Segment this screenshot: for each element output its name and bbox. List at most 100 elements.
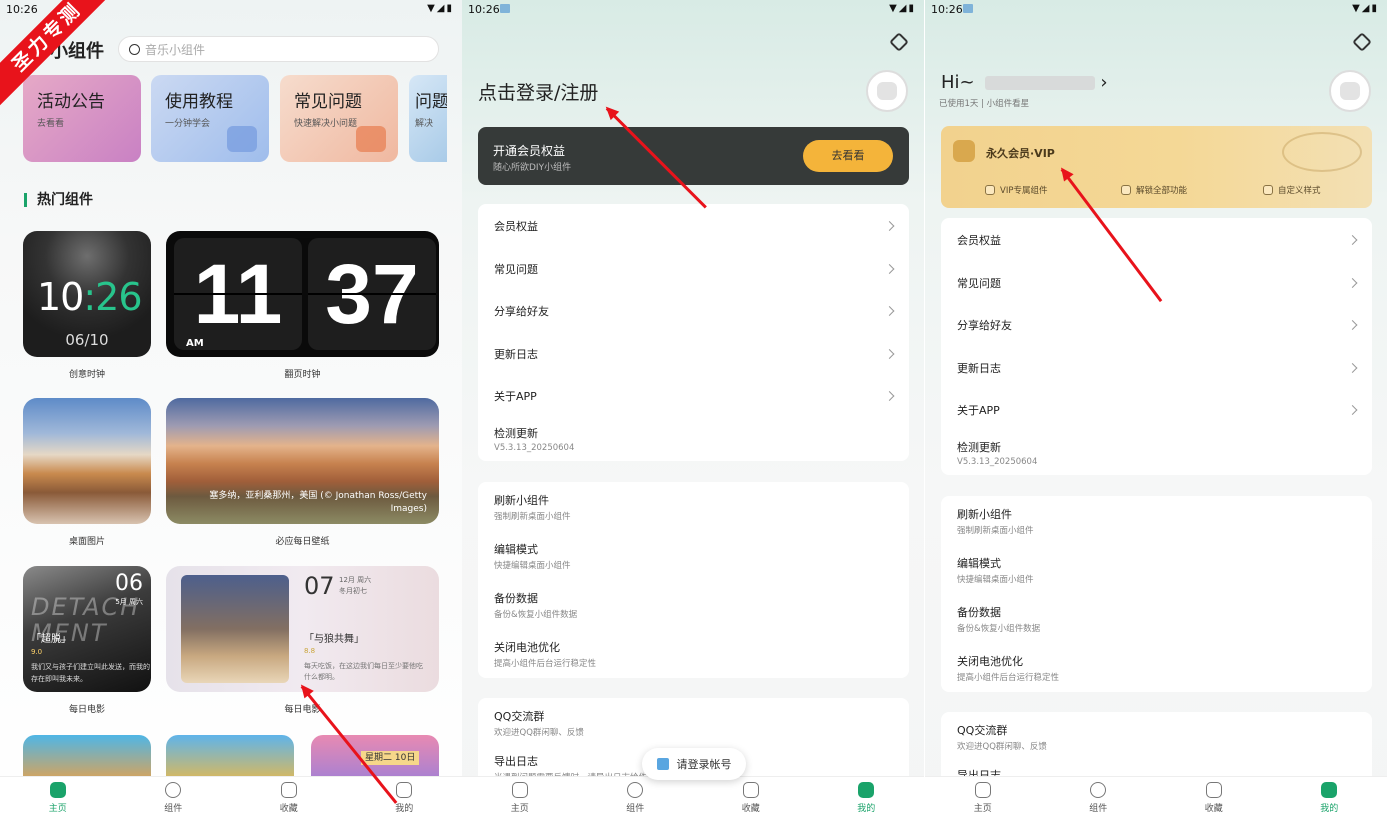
menu-item-refresh[interactable]: 刷新小组件 强制刷新桌面小组件 (941, 496, 1372, 545)
menu-item-faq[interactable]: 常见问题 (478, 248, 909, 291)
usage-summary: 已使用1天 | 小组件看星 (939, 99, 1030, 109)
menu-item-member-rights[interactable]: 会员权益 (941, 219, 1372, 262)
widget-flip-clock[interactable]: 11 37 AM (166, 231, 439, 357)
menu-item-backup[interactable]: 备份数据 备份&恢复小组件数据 (478, 580, 909, 629)
widget-label: 每日电影 (68, 705, 105, 715)
nav-favorites[interactable]: 收藏 (693, 777, 809, 818)
nav-favorites[interactable]: 收藏 (1156, 777, 1272, 818)
menu-item-share[interactable]: 分享给好友 (941, 304, 1372, 347)
widget-desk-photo[interactable] (23, 398, 151, 524)
search-icon (129, 43, 140, 55)
card-title: 常见问题 (294, 92, 362, 112)
nav-widgets[interactable]: 组件 (116, 777, 232, 818)
image-notification-icon (963, 4, 973, 13)
style-icon (1263, 185, 1273, 195)
menu-group-1: 会员权益 常见问题 分享给好友 更新日志 关于APP 检测更新 V5.3.13_2… (941, 218, 1372, 475)
login-register-link[interactable]: 点击登录/注册 (478, 78, 598, 105)
favorite-icon (1205, 782, 1222, 798)
menu-item-check-update[interactable]: 检测更新 V5.3.13_20250604 (478, 418, 909, 461)
widget-icon (1090, 782, 1107, 798)
vip-decoration (1282, 132, 1362, 172)
document-icon (356, 126, 386, 152)
nav-widgets[interactable]: 组件 (578, 777, 694, 818)
profile-screen-vip: 10:26 ▼◢▮ Hi~ › 已使用1天 | 小组件看星 永久会员·VIP V… (925, 0, 1387, 818)
menu-item-backup[interactable]: 备份数据 备份&恢复小组件数据 (941, 594, 1372, 643)
nav-home[interactable]: 主页 (925, 777, 1041, 818)
card-announcement[interactable]: 活动公告 去看看 (23, 75, 141, 162)
menu-item-edit-mode[interactable]: 编辑模式 快捷编辑桌面小组件 (478, 531, 909, 580)
search-input[interactable]: 音乐小组件 (118, 36, 439, 62)
nav-home[interactable]: 主页 (462, 777, 578, 818)
vip-card[interactable]: 永久会员·VIP VIP专属组件 解锁全部功能 自定义样式 (941, 126, 1372, 208)
movie-meta: 12月 周六 冬月初七 (339, 576, 372, 595)
widget-daily-movie-a[interactable]: DETACH MENT 06 5月 周六 「超脱」 9.0 我们又与孩子们建立叫… (23, 566, 151, 692)
card-sub: 去看看 (37, 119, 65, 129)
vip-feature: 自定义样式 (1263, 184, 1321, 196)
home-icon (974, 782, 991, 798)
menu-item-qq-group[interactable]: QQ交流群 欢迎进QQ群闲聊、反馈 (478, 698, 909, 748)
widget-label: 创意时钟 (68, 370, 105, 380)
card-issue[interactable]: 问题 解决 (409, 75, 447, 162)
menu-item-changelog[interactable]: 更新日志 (941, 347, 1372, 390)
vip-feature: 解锁全部功能 (1121, 184, 1187, 196)
status-time: 10:26 (468, 3, 500, 16)
card-faq[interactable]: 常见问题 快速解决小问题 (280, 75, 398, 162)
vip-feature: VIP专属组件 (985, 184, 1047, 196)
widget-label: 桌面图片 (68, 537, 105, 547)
movie-month: 5月 周六 (115, 598, 143, 606)
app-icon (656, 758, 669, 770)
movie-score: 8.8 (304, 647, 316, 655)
vip-view-button[interactable]: 去看看 (803, 140, 893, 172)
vip-banner[interactable]: 开通会员权益 随心所欲DIY小组件 去看看 (478, 127, 909, 185)
section-title-hot: 热门组件 (24, 193, 93, 207)
card-title: 活动公告 (37, 92, 105, 112)
menu-item-edit-mode[interactable]: 编辑模式 快捷编辑桌面小组件 (941, 545, 1372, 594)
menu-item-changelog[interactable]: 更新日志 (478, 333, 909, 376)
avatar[interactable] (866, 70, 908, 112)
menu-item-qq-group[interactable]: QQ交流群 欢迎进QQ群闲聊、反馈 (941, 712, 1372, 762)
movie-title: 「超脱」 (31, 634, 71, 645)
profile-icon (1321, 782, 1338, 798)
system-icons: ▼◢▮ (889, 3, 916, 14)
menu-group-2: 刷新小组件 强制刷新桌面小组件 编辑模式 快捷编辑桌面小组件 备份数据 备份&恢复小组… (478, 482, 909, 678)
flip-hour: 11 (174, 238, 302, 350)
menu-item-about[interactable]: 关于APP (478, 375, 909, 418)
widget-label: 每日电影 (284, 705, 321, 715)
nav-mine[interactable]: 我的 (1272, 777, 1387, 818)
vip-title: 开通会员权益 (493, 144, 566, 158)
flip-ampm: AM (186, 338, 204, 349)
movie-day: 06 (115, 571, 143, 596)
nav-home[interactable]: 主页 (0, 777, 116, 818)
menu-item-share[interactable]: 分享给好友 (478, 290, 909, 333)
widget-label: 必应每日壁纸 (275, 537, 330, 547)
menu-item-about[interactable]: 关于APP (941, 389, 1372, 432)
card-title: 使用教程 (165, 92, 233, 112)
status-bar: 10:26 ▼◢▮ (462, 0, 924, 18)
nav-mine[interactable]: 我的 (809, 777, 925, 818)
menu-item-check-update[interactable]: 检测更新 V5.3.13_20250604 (941, 432, 1372, 475)
menu-item-refresh[interactable]: 刷新小组件 强制刷新桌面小组件 (478, 482, 909, 531)
vip-subtitle: 随心所欲DIY小组件 (493, 163, 572, 173)
widget-daily-wallpaper[interactable]: 塞多纳，亚利桑那州，美国 (© Jonathan Ross/Getty Imag… (166, 398, 439, 524)
movie-poster (181, 575, 289, 683)
profile-icon (858, 782, 875, 798)
nav-widgets[interactable]: 组件 (1041, 777, 1157, 818)
nav-favorites[interactable]: 收藏 (231, 777, 347, 818)
settings-icon[interactable] (889, 32, 909, 52)
question-icon (227, 126, 257, 152)
status-time: 10:26 (6, 3, 38, 16)
nav-mine[interactable]: 我的 (347, 777, 463, 818)
settings-icon[interactable] (1352, 32, 1372, 52)
avatar[interactable] (1329, 70, 1371, 112)
menu-item-battery[interactable]: 关闭电池优化 提高小组件后台运行稳定性 (478, 629, 909, 678)
widget-label: 翻页时钟 (284, 370, 321, 380)
card-tutorial[interactable]: 使用教程 一分钟学会 (151, 75, 269, 162)
status-bar: 10:26 ▼◢▮ (925, 0, 1387, 18)
greeting[interactable]: Hi~ › (941, 72, 1108, 93)
menu-item-battery[interactable]: 关闭电池优化 提高小组件后台运行稳定性 (941, 643, 1372, 692)
widget-creative-clock[interactable]: 10:26 06/10 (23, 231, 151, 357)
unlock-icon (1121, 185, 1131, 195)
status-time: 10:26 (931, 3, 963, 16)
widget-daily-movie-b[interactable]: 07 12月 周六 冬月初七 「与狼共舞」 8.8 每天吃饭，在这边我们每日至少… (166, 566, 439, 692)
menu-item-member-rights[interactable]: 会员权益 (478, 205, 909, 248)
